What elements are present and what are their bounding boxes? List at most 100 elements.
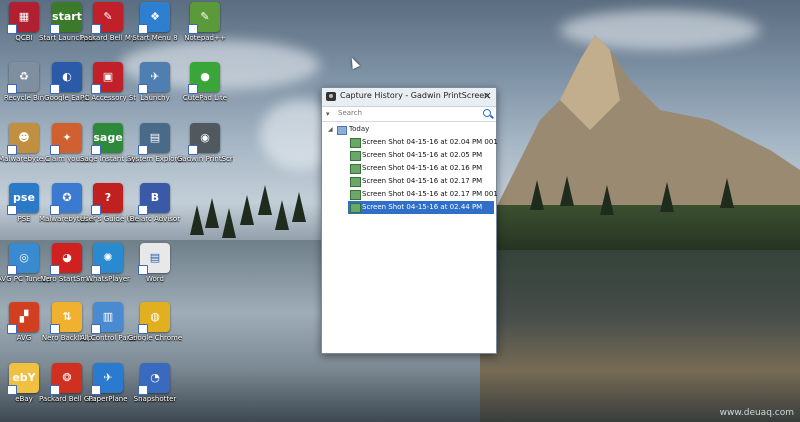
image-thumbnail-icon xyxy=(350,177,361,187)
shortcut-icon: ✦ xyxy=(50,123,82,155)
shortcut-icon: ◔ xyxy=(138,363,170,395)
mountain-reflection xyxy=(480,250,800,422)
shortcut-label: Belarc Advisor xyxy=(129,215,181,223)
image-thumbnail-icon xyxy=(350,190,361,200)
screenshot-list-item[interactable]: Screen Shot 04-15-16 at 02.17 PM 001 xyxy=(348,188,498,201)
shortcut-icon: ♻ xyxy=(7,62,39,94)
shortcut-icon: ● xyxy=(188,62,220,94)
tree-group-today[interactable]: ◢ Today xyxy=(322,124,496,136)
shortcut-icon: ◉ xyxy=(188,123,220,155)
shortcut-label: Start Menu 8 xyxy=(132,34,178,42)
shortcut-icon: sage xyxy=(91,123,123,155)
desktop-shortcut[interactable]: ✎ Notepad++ xyxy=(177,2,233,42)
desktop-shortcut[interactable]: ▤ System Explorer xyxy=(127,123,183,163)
shortcut-icon: ? xyxy=(91,183,123,215)
shortcut-icon: ◍ xyxy=(138,302,170,334)
shortcut-label: Gadwin PrintScreen xyxy=(177,155,233,163)
image-thumbnail-icon xyxy=(350,203,361,213)
screenshot-label: Screen Shot 04-15-16 at 02.05 PM xyxy=(362,151,483,159)
shortcut-icon: ✈ xyxy=(91,363,123,395)
image-thumbnail-icon xyxy=(350,164,361,174)
watermark: www.deuaq.com xyxy=(719,408,794,418)
desktop-shortcut[interactable]: ◔ Snapshotter xyxy=(127,363,183,403)
shortcut-icon: ▣ xyxy=(91,62,123,94)
screenshot-list: Screen Shot 04-15-16 at 02.04 PM 001 Scre… xyxy=(322,136,498,214)
shortcut-label: Word xyxy=(146,275,164,283)
tree xyxy=(720,178,734,208)
mountain-peak xyxy=(490,35,800,220)
image-thumbnail-icon xyxy=(350,151,361,161)
screenshot-list-item[interactable]: Screen Shot 04-15-16 at 02.04 PM 001 xyxy=(348,136,498,149)
window-title: Capture History - Gadwin PrintScreen xyxy=(340,91,490,100)
desktop-shortcut[interactable]: ● CutePad Lite xyxy=(177,62,233,102)
screenshot-list-item[interactable]: Screen Shot 04-15-16 at 02.05 PM xyxy=(348,149,494,162)
shortcut-icon: ebY xyxy=(7,363,39,395)
capture-tree: ◢ Today Screen Shot 04-15-16 at 02.04 PM… xyxy=(322,122,498,214)
shortcut-icon: ✎ xyxy=(91,2,123,34)
shortcut-icon: ❖ xyxy=(138,2,170,34)
capture-history-window[interactable]: Capture History - Gadwin PrintScreen × ▾… xyxy=(321,87,498,354)
tree-group-label: Today xyxy=(349,125,370,133)
screenshot-label: Screen Shot 04-15-16 at 02.04 PM 001 xyxy=(362,138,498,146)
shortcut-icon: ▤ xyxy=(138,123,170,155)
desktop-shortcut[interactable]: ◍ Google Chrome xyxy=(127,302,183,342)
screenshot-label: Screen Shot 04-15-16 at 02.17 PM xyxy=(362,177,483,185)
window-titlebar[interactable]: Capture History - Gadwin PrintScreen × xyxy=(322,88,496,107)
calendar-folder-icon xyxy=(337,126,347,135)
shortcut-label: Snapshotter xyxy=(133,395,177,403)
search-icon[interactable] xyxy=(483,109,491,117)
image-thumbnail-icon xyxy=(350,138,361,148)
shortcut-icon: ◐ xyxy=(50,62,82,94)
shortcut-icon: ◎ xyxy=(7,243,39,275)
shortcut-icon: pse xyxy=(7,183,39,215)
desktop-shortcut[interactable]: ▤ Word xyxy=(127,243,183,283)
shortcut-icon: ▤ xyxy=(138,243,170,275)
expand-arrow-icon[interactable]: ◢ xyxy=(328,126,333,133)
chevron-down-icon[interactable]: ▾ xyxy=(326,110,330,118)
shortcut-label: CutePad Lite xyxy=(182,94,228,102)
shortcut-icon: start xyxy=(50,2,82,34)
tree xyxy=(205,198,219,228)
mouse-pointer-icon xyxy=(348,55,360,70)
close-button[interactable]: × xyxy=(483,90,492,102)
shortcut-label: System Explorer xyxy=(127,155,183,163)
shortcut-icon: ✈ xyxy=(138,62,170,94)
tree xyxy=(222,208,236,238)
shortcut-icon: B xyxy=(138,183,170,215)
shortcut-icon: ✺ xyxy=(91,243,123,275)
tree xyxy=(240,195,254,225)
shortcut-label: Google Chrome xyxy=(127,334,183,342)
tree xyxy=(660,182,674,212)
shortcut-icon: ☻ xyxy=(7,123,39,155)
shortcut-icon: ⇅ xyxy=(50,302,82,334)
screenshot-label: Screen Shot 04-15-16 at 02.16 PM xyxy=(362,164,483,172)
screenshot-label: Screen Shot 04-15-16 at 02.17 PM 001 xyxy=(362,190,498,198)
search-bar: ▾ xyxy=(322,107,496,122)
desktop-shortcut[interactable]: B Belarc Advisor xyxy=(127,183,183,223)
tree xyxy=(258,185,272,215)
tree xyxy=(292,192,306,222)
screenshot-list-item[interactable]: Screen Shot 04-15-16 at 02.16 PM xyxy=(348,162,494,175)
tree xyxy=(560,176,574,206)
shortcut-icon: ◕ xyxy=(50,243,82,275)
shortcut-icon: ❂ xyxy=(50,363,82,395)
search-input[interactable] xyxy=(338,108,478,118)
desktop-shortcut[interactable]: ❖ Start Menu 8 xyxy=(127,2,183,42)
shortcut-label: Launchy xyxy=(140,94,170,102)
screenshot-label: Screen Shot 04-15-16 at 02.44 PM xyxy=(362,203,483,211)
shortcut-icon: ▞ xyxy=(7,302,39,334)
tree xyxy=(190,205,204,235)
shortcut-icon: ✎ xyxy=(188,2,220,34)
tree xyxy=(530,180,544,210)
screenshot-list-item[interactable]: Screen Shot 04-15-16 at 02.17 PM xyxy=(348,175,494,188)
desktop-shortcut[interactable]: ◉Gadwin PrintScreen xyxy=(177,123,233,163)
tree xyxy=(600,185,614,215)
shortcut-label: Notepad++ xyxy=(184,34,226,42)
shortcut-icon: ▥ xyxy=(91,302,123,334)
camera-icon xyxy=(326,92,336,101)
shortcut-icon: ▦ xyxy=(7,2,39,34)
forest-shore xyxy=(480,205,800,250)
desktop-shortcut[interactable]: ✈ Launchy xyxy=(127,62,183,102)
screenshot-list-item[interactable]: Screen Shot 04-15-16 at 02.44 PM xyxy=(348,201,494,214)
shortcut-icon: ✪ xyxy=(50,183,82,215)
